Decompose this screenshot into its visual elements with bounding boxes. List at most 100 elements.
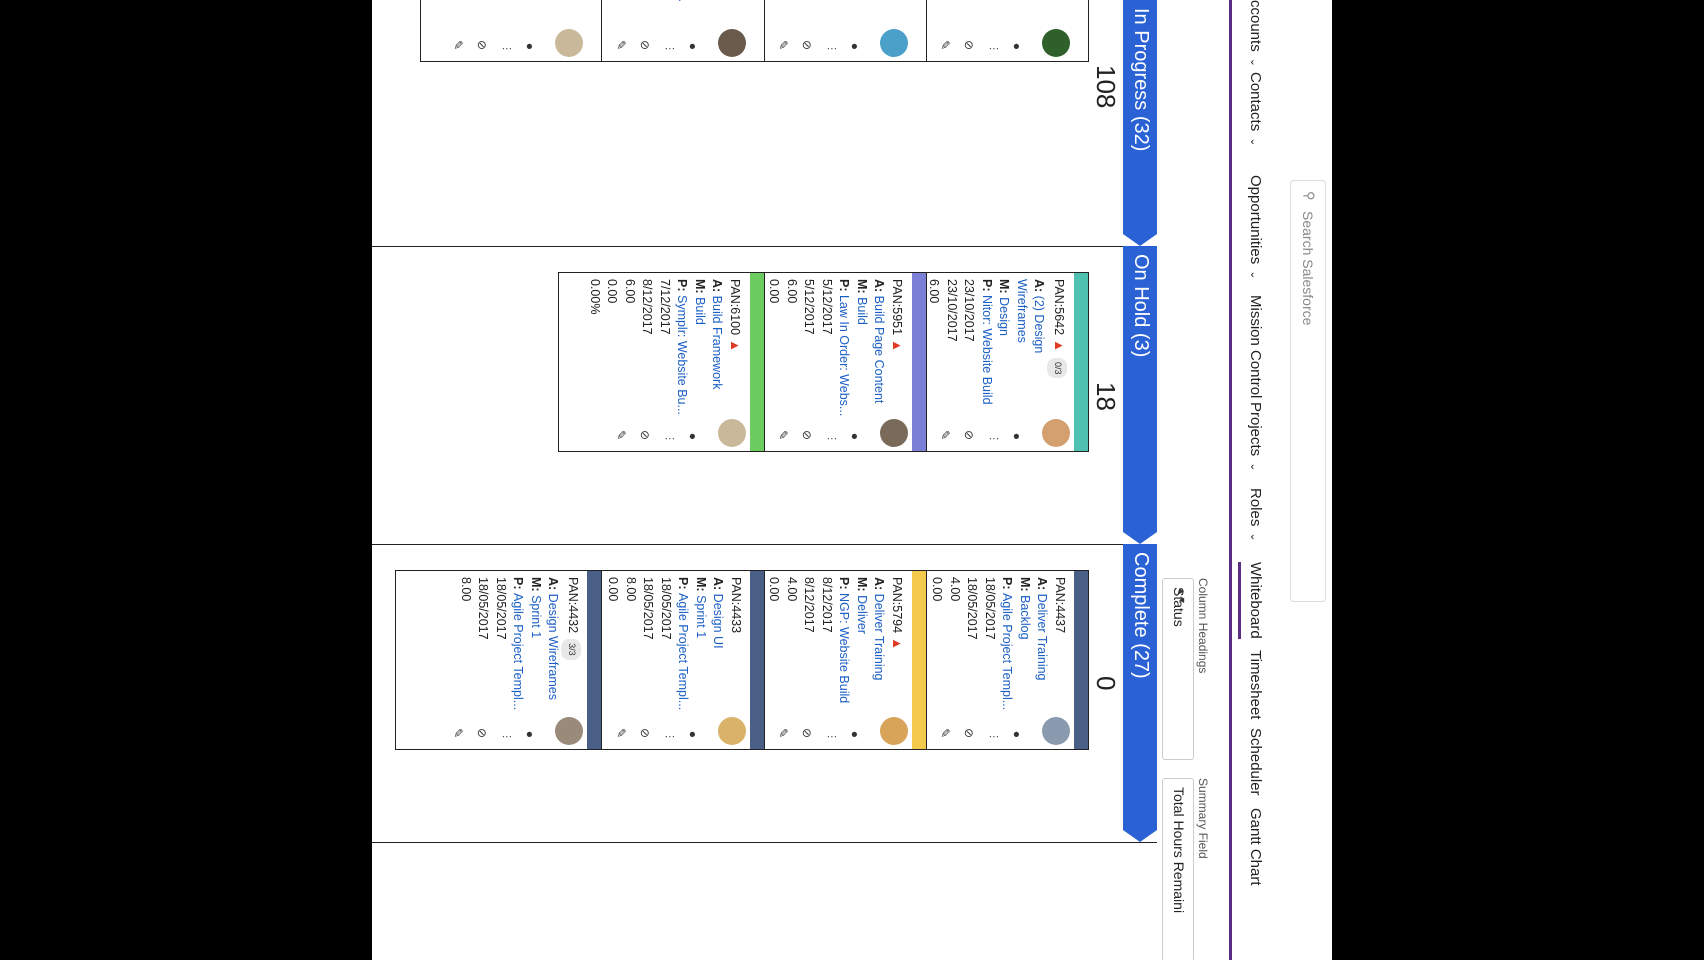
info-icon[interactable]: ●: [848, 43, 862, 50]
task-card[interactable]: :6068▲uild FrameworkBuildte Seeker: Webs…: [750, 0, 927, 62]
avatar[interactable]: [880, 717, 908, 745]
card-link[interactable]: Nitor: Website Build: [980, 295, 994, 405]
chevron-down-icon[interactable]: ⌄: [1248, 462, 1260, 471]
chevron-down-icon[interactable]: ⌄: [1248, 270, 1260, 279]
nav-item-mission-control[interactable]: Mission Control: [1247, 295, 1264, 398]
card-link[interactable]: Sprint 1: [529, 595, 543, 638]
card-link[interactable]: Agile Project Templ...: [512, 593, 526, 710]
edit-icon[interactable]: ✎: [938, 728, 952, 738]
timer-icon[interactable]: ⊘: [800, 728, 814, 738]
card-link[interactable]: Backlog: [1018, 595, 1032, 639]
nav-item-contacts[interactable]: Contacts⌄: [1247, 72, 1264, 146]
card-link[interactable]: (2) Design: [1033, 296, 1047, 354]
card-id[interactable]: PAN:4437: [1051, 577, 1069, 717]
edit-icon[interactable]: ✎: [614, 430, 628, 440]
edit-icon[interactable]: ✎: [776, 728, 790, 738]
settings-icon[interactable]: ⫶: [823, 437, 838, 440]
nav-item-roles[interactable]: Roles⌄: [1247, 488, 1264, 542]
search-input[interactable]: ⚲ Search Salesforce: [1290, 180, 1326, 602]
settings-icon[interactable]: ⫶: [985, 437, 1000, 440]
chevron-down-icon[interactable]: ⌄: [1248, 137, 1260, 146]
info-icon[interactable]: ●: [1010, 43, 1024, 50]
timer-icon[interactable]: ⊘: [800, 40, 814, 50]
column-headings-select[interactable]: Status ▲▼: [1162, 578, 1194, 760]
nav-item-opportunities[interactable]: Opportunities⌄: [1247, 175, 1264, 279]
card-link[interactable]: Deliver: [855, 595, 869, 634]
card-link[interactable]: NGP: Website Build: [838, 593, 852, 703]
card-link[interactable]: Design UI: [712, 594, 726, 649]
card-link[interactable]: Law In Order: Webs...: [838, 295, 852, 416]
card-id[interactable]: PAN:5794▲: [888, 577, 907, 717]
info-icon[interactable]: ●: [686, 43, 700, 50]
avatar[interactable]: [718, 29, 746, 57]
avatar[interactable]: [718, 717, 746, 745]
card-id[interactable]: PAN:5951▲: [888, 279, 907, 419]
task-card[interactable]: :6218esign UIDesignt Event: Website B...…: [588, 0, 765, 62]
timer-icon[interactable]: ⊘: [962, 728, 976, 738]
settings-icon[interactable]: ⫶: [985, 735, 1000, 738]
timer-icon[interactable]: ⊘: [800, 430, 814, 440]
nav-item-accounts[interactable]: ccounts⌄: [1247, 0, 1264, 67]
info-icon[interactable]: ●: [1010, 433, 1024, 440]
avatar[interactable]: [880, 29, 908, 57]
timer-icon[interactable]: ⊘: [962, 40, 976, 50]
avatar[interactable]: [555, 29, 583, 57]
card-id[interactable]: :5641▲0/3: [1048, 0, 1069, 29]
nav-item-whiteboard[interactable]: Whiteboard: [1238, 562, 1264, 639]
settings-icon[interactable]: ⫶: [823, 735, 838, 738]
card-id[interactable]: PAN:44323/3: [561, 577, 581, 717]
summary-field-select[interactable]: Total Hours Remaini: [1162, 778, 1194, 960]
avatar[interactable]: [555, 717, 583, 745]
card-link[interactable]: Build: [855, 297, 869, 325]
card-link[interactable]: Agile Project Templ...: [1001, 593, 1015, 710]
nav-item-projects[interactable]: Projects⌄: [1247, 402, 1264, 471]
nav-item-scheduler[interactable]: Scheduler: [1247, 728, 1264, 796]
card-link[interactable]: Build Framework: [711, 296, 725, 390]
timer-icon[interactable]: ⊘: [475, 40, 489, 50]
card-link[interactable]: Deliver Training: [1036, 594, 1050, 681]
settings-icon[interactable]: ⫶: [661, 437, 676, 440]
card-link[interactable]: Symplr: Website Bu...: [676, 295, 690, 415]
card-link[interactable]: Design Wireframes: [547, 594, 561, 700]
settings-icon[interactable]: ⫶: [498, 47, 513, 50]
task-card[interactable]: :5640▲esign UIDesignitor: Website Build1…: [420, 0, 602, 62]
nav-item-timesheet[interactable]: Timesheet: [1247, 650, 1264, 719]
nav-item-gantt-chart[interactable]: Gantt Chart: [1247, 808, 1264, 886]
card-id[interactable]: :6218: [727, 0, 745, 29]
timer-icon[interactable]: ⊘: [475, 728, 489, 738]
card-id[interactable]: PAN:4433: [727, 577, 745, 717]
task-card[interactable]: PAN:44323/3 A: Design Wireframes M: Sprint…: [395, 570, 602, 750]
info-icon[interactable]: ●: [523, 43, 537, 50]
card-link[interactable]: Build: [693, 297, 707, 325]
info-icon[interactable]: ●: [686, 433, 700, 440]
card-link[interactable]: Build Page Content: [873, 296, 887, 404]
card-link[interactable]: Agile Project Templ...: [677, 593, 691, 710]
task-card[interactable]: :5641▲0/31) DesignreframesDesignitor: We…: [912, 0, 1089, 62]
info-icon[interactable]: ●: [848, 433, 862, 440]
settings-icon[interactable]: ⫶: [661, 47, 676, 50]
card-id[interactable]: :5640▲: [563, 0, 582, 29]
edit-icon[interactable]: ✎: [938, 430, 952, 440]
settings-icon[interactable]: ⫶: [823, 47, 838, 50]
info-icon[interactable]: ●: [523, 731, 537, 738]
info-icon[interactable]: ●: [686, 731, 700, 738]
edit-icon[interactable]: ✎: [938, 40, 952, 50]
edit-icon[interactable]: ✎: [776, 40, 790, 50]
avatar[interactable]: [1042, 717, 1070, 745]
timer-icon[interactable]: ⊘: [962, 430, 976, 440]
card-id[interactable]: PAN:6100▲: [726, 279, 745, 419]
settings-icon[interactable]: ⫶: [985, 47, 1000, 50]
avatar[interactable]: [718, 419, 746, 447]
card-link[interactable]: Design: [998, 297, 1012, 336]
timer-icon[interactable]: ⊘: [638, 728, 652, 738]
chevron-down-icon[interactable]: ⌄: [1248, 532, 1260, 541]
timer-icon[interactable]: ⊘: [638, 430, 652, 440]
settings-icon[interactable]: ⫶: [498, 735, 513, 738]
settings-icon[interactable]: ⫶: [661, 735, 676, 738]
edit-icon[interactable]: ✎: [776, 430, 790, 440]
avatar[interactable]: [1042, 29, 1070, 57]
timer-icon[interactable]: ⊘: [638, 40, 652, 50]
info-icon[interactable]: ●: [1010, 731, 1024, 738]
card-link[interactable]: Sprint 1: [694, 595, 708, 638]
task-card[interactable]: PAN:6100▲ A: Build Framework M: Build P: Sy…: [558, 272, 765, 452]
